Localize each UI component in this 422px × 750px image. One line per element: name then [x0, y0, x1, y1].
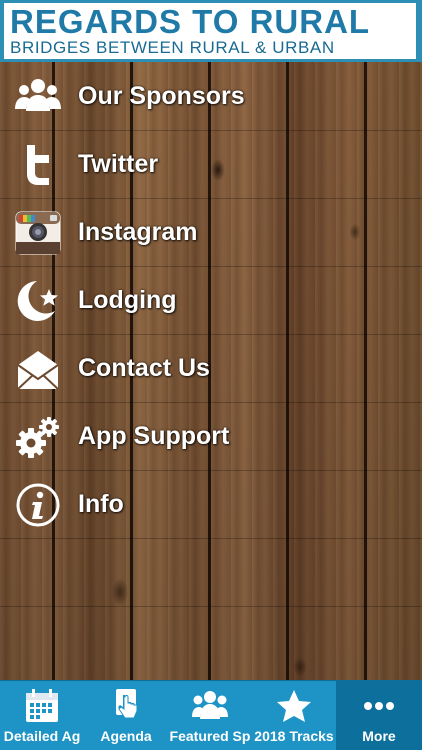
- tab-featured-sp[interactable]: Featured Sp: [168, 681, 252, 750]
- header-subtitle: BRIDGES BETWEEN RURAL & URBAN: [10, 38, 335, 57]
- menu-item-twitter[interactable]: Twitter: [0, 130, 422, 198]
- menu-item-label: Lodging: [78, 286, 177, 314]
- menu-item-our-sponsors[interactable]: Our Sponsors: [0, 62, 422, 130]
- more-icon: [364, 702, 394, 710]
- menu-item-info[interactable]: Info: [0, 470, 422, 538]
- header-banner: REGARDS TO RURAL BRIDGES BETWEEN RURAL &…: [0, 0, 422, 62]
- bottom-tab-bar: Detailed Ag Agenda Featured Sp 2018 Trac…: [0, 680, 422, 750]
- menu-item-label: Twitter: [78, 150, 159, 178]
- menu-item-label: App Support: [78, 422, 230, 450]
- instagram-icon: [15, 211, 61, 255]
- tab-more[interactable]: More: [336, 681, 422, 750]
- header-title: REGARDS TO RURAL: [10, 3, 371, 40]
- tab-label: Featured Sp: [169, 728, 251, 744]
- twitter-icon: [27, 145, 49, 185]
- calendar-icon: [26, 689, 58, 722]
- menu-item-label: Our Sponsors: [78, 82, 245, 110]
- header-logo: REGARDS TO RURAL BRIDGES BETWEEN RURAL &…: [4, 3, 416, 59]
- star-icon: [277, 690, 311, 722]
- menu-item-lodging[interactable]: Lodging: [0, 266, 422, 334]
- tab-label: 2018 Tracks: [254, 728, 334, 744]
- menu-item-contact-us[interactable]: Contact Us: [0, 334, 422, 402]
- tab-label: Agenda: [100, 728, 152, 744]
- app-screen: REGARDS TO RURAL BRIDGES BETWEEN RURAL &…: [0, 0, 422, 750]
- info-icon: [16, 483, 60, 527]
- tab-detailed-ag[interactable]: Detailed Ag: [0, 681, 84, 750]
- touch-icon: [116, 689, 138, 719]
- tab-label: More: [362, 728, 396, 744]
- menu-item-label: Instagram: [78, 218, 198, 246]
- people-icon: [192, 691, 228, 719]
- people-icon: [15, 79, 61, 111]
- envelope-icon: [17, 351, 59, 390]
- menu-item-label: Info: [78, 490, 124, 518]
- tab-agenda[interactable]: Agenda: [84, 681, 168, 750]
- tab-label: Detailed Ag: [3, 728, 81, 744]
- menu-item-instagram[interactable]: Instagram: [0, 198, 422, 266]
- menu-item-app-support[interactable]: App Support: [0, 402, 422, 470]
- gears-icon: [16, 417, 59, 458]
- moon-star-icon: [17, 281, 58, 321]
- tab-2018-tracks[interactable]: 2018 Tracks: [252, 681, 336, 750]
- menu-item-label: Contact Us: [78, 354, 210, 382]
